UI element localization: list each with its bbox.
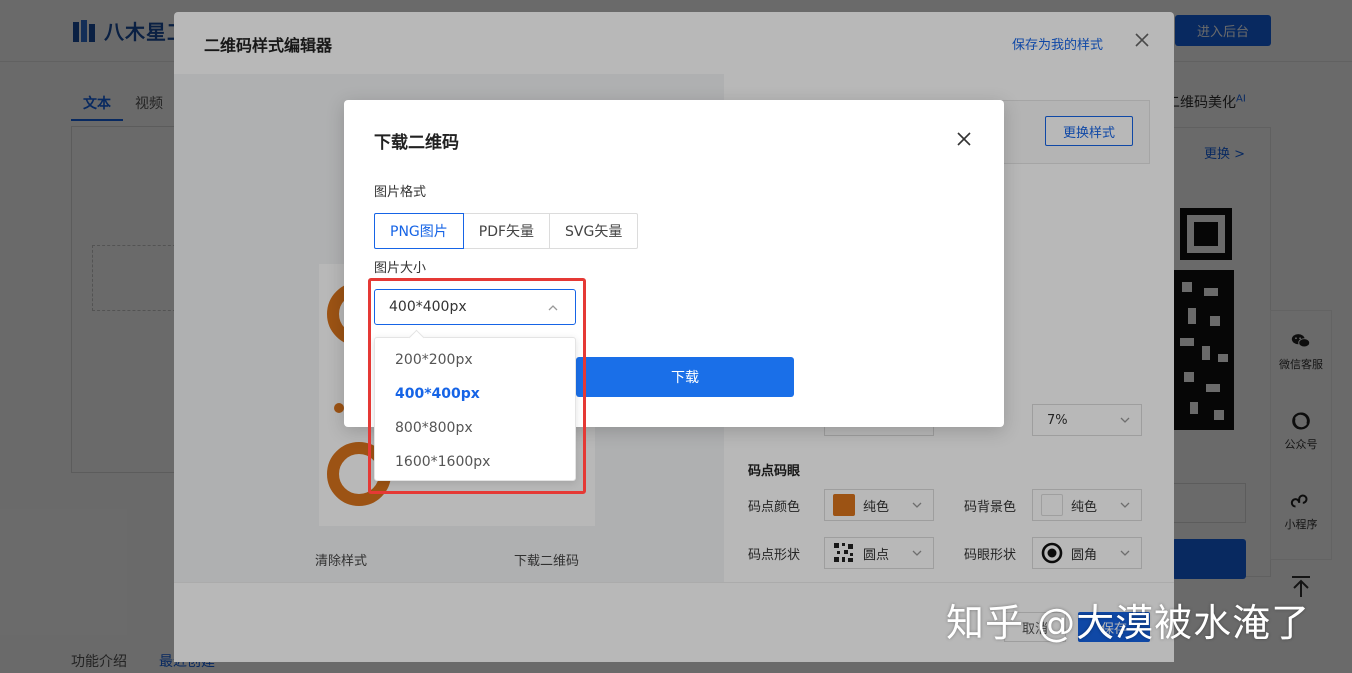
format-svg-button[interactable]: SVG矢量 (549, 213, 639, 249)
format-pdf-button[interactable]: PDF矢量 (462, 213, 551, 249)
download-button[interactable]: 下载 (576, 357, 794, 397)
dialog-title: 下载二维码 (374, 133, 459, 153)
format-label: 图片格式 (374, 185, 427, 200)
annotation-highlight-box (368, 278, 586, 494)
close-icon[interactable] (956, 131, 972, 147)
size-label: 图片大小 (374, 261, 427, 276)
format-button-group: PNG图片 PDF矢量 SVG矢量 (374, 213, 639, 249)
format-png-button[interactable]: PNG图片 (374, 213, 464, 249)
watermark-text: 知乎 @大漠被水淹了 (946, 601, 1311, 645)
